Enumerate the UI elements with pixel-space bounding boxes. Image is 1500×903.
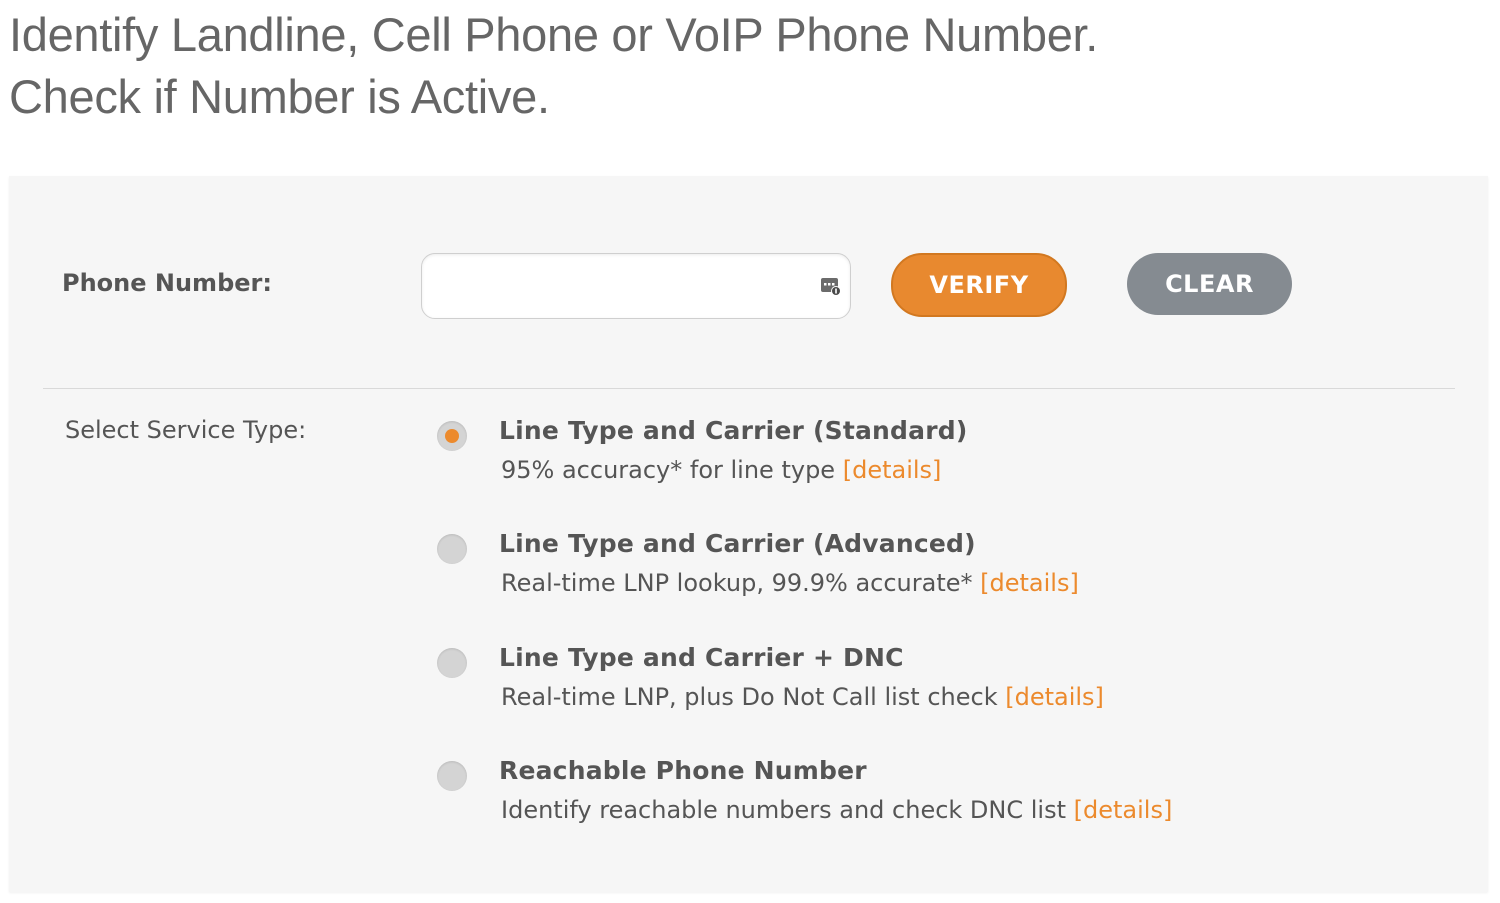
option-title: Line Type and Carrier (Standard) bbox=[499, 416, 968, 445]
service-option-dnc[interactable]: Line Type and Carrier + DNC Real-time LN… bbox=[437, 643, 1437, 733]
radio-button-reachable[interactable] bbox=[437, 761, 467, 791]
option-description: Identify reachable numbers and check DNC… bbox=[501, 796, 1172, 824]
radio-button-dnc[interactable] bbox=[437, 648, 467, 678]
option-description-text: Real-time LNP, plus Do Not Call list che… bbox=[501, 683, 998, 711]
divider bbox=[43, 388, 1455, 389]
service-option-advanced[interactable]: Line Type and Carrier (Advanced) Real-ti… bbox=[437, 529, 1437, 619]
service-option-standard[interactable]: Line Type and Carrier (Standard) 95% acc… bbox=[437, 416, 1437, 506]
phone-number-input[interactable] bbox=[438, 254, 812, 318]
option-description-text: 95% accuracy* for line type bbox=[501, 456, 836, 484]
option-title: Reachable Phone Number bbox=[499, 756, 867, 785]
service-option-reachable[interactable]: Reachable Phone Number Identify reachabl… bbox=[437, 756, 1437, 846]
details-link-standard[interactable]: [details] bbox=[843, 456, 942, 484]
service-type-label: Select Service Type: bbox=[65, 416, 307, 444]
option-description: 95% accuracy* for line type [details] bbox=[501, 456, 941, 484]
option-description: Real-time LNP lookup, 99.9% accurate* [d… bbox=[501, 569, 1079, 597]
clear-button[interactable]: CLEAR bbox=[1127, 253, 1292, 315]
page-title-line-2: Check if Number is Active. bbox=[9, 70, 550, 123]
option-description-text: Identify reachable numbers and check DNC… bbox=[501, 796, 1066, 824]
phone-number-field[interactable] bbox=[421, 253, 851, 319]
radio-button-standard[interactable] bbox=[437, 421, 467, 451]
radio-button-advanced[interactable] bbox=[437, 534, 467, 564]
option-title: Line Type and Carrier (Advanced) bbox=[499, 529, 976, 558]
details-link-dnc[interactable]: [details] bbox=[1005, 683, 1104, 711]
lookup-panel: Phone Number: VERIFY CLEAR Select Servic… bbox=[9, 176, 1488, 892]
option-title: Line Type and Carrier + DNC bbox=[499, 643, 904, 672]
page-title-line-1: Identify Landline, Cell Phone or VoIP Ph… bbox=[9, 8, 1099, 61]
page-title: Identify Landline, Cell Phone or VoIP Ph… bbox=[9, 4, 1098, 128]
details-link-reachable[interactable]: [details] bbox=[1074, 796, 1173, 824]
contact-card-icon[interactable] bbox=[820, 275, 842, 297]
option-description: Real-time LNP, plus Do Not Call list che… bbox=[501, 683, 1104, 711]
details-link-advanced[interactable]: [details] bbox=[980, 569, 1079, 597]
option-description-text: Real-time LNP lookup, 99.9% accurate* bbox=[501, 569, 973, 597]
verify-button[interactable]: VERIFY bbox=[891, 253, 1067, 317]
phone-number-label: Phone Number: bbox=[62, 269, 272, 297]
